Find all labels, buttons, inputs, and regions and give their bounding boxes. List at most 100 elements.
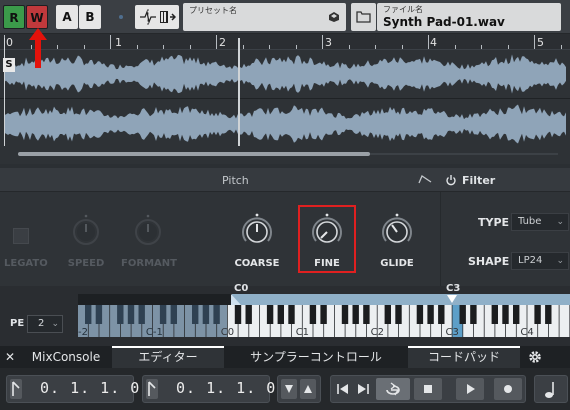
black-key[interactable] [117, 305, 124, 324]
ruler-bar-1: 1 [115, 36, 122, 49]
play-icon[interactable] [456, 378, 484, 400]
ruler-bar-0: 0 [6, 36, 13, 49]
go-to-start-icon[interactable] [334, 378, 352, 400]
go-to-end-icon[interactable] [354, 378, 372, 400]
black-key[interactable] [459, 305, 466, 324]
black-key[interactable] [363, 305, 370, 324]
black-key[interactable] [470, 305, 477, 324]
root-key-marker[interactable] [447, 295, 457, 303]
preset-label: プリセット名 [189, 6, 237, 15]
write-automation-button[interactable]: W [26, 5, 48, 29]
black-key[interactable] [213, 305, 220, 324]
glide-knob-dial[interactable] [372, 212, 422, 248]
timeline-ruler[interactable]: 0 1 2 3 4 5 [0, 34, 570, 50]
black-key[interactable] [95, 305, 103, 324]
coarse-knob[interactable]: COARSE [232, 212, 282, 272]
left-locator-time[interactable]: 0. 1. 1. 0 [40, 379, 140, 397]
note-icon[interactable] [541, 380, 561, 400]
black-key[interactable] [192, 305, 199, 324]
black-key[interactable] [245, 305, 252, 324]
black-key[interactable] [427, 305, 434, 324]
black-key[interactable] [395, 305, 402, 324]
read-automation-button[interactable]: R [3, 5, 25, 29]
black-key[interactable] [170, 305, 177, 324]
midi-tools-group[interactable] [135, 5, 179, 29]
black-key[interactable] [202, 305, 210, 324]
black-key[interactable] [491, 305, 498, 324]
piano-keyboard[interactable]: C-2 C-1 C0 C1 C2 C3 C4 [78, 305, 570, 337]
formant-knob[interactable]: FORMANT [120, 212, 182, 272]
compare-a-button[interactable]: A [56, 5, 78, 29]
curve-icon[interactable] [139, 8, 157, 26]
black-key[interactable] [138, 305, 145, 324]
pitch-envelope-icon[interactable] [418, 173, 432, 185]
playhead[interactable] [238, 38, 240, 146]
filter-type-select[interactable]: Tube ⌄ [511, 213, 569, 231]
tab-mixconsole[interactable]: MixConsole [22, 346, 110, 368]
sample-start-marker[interactable]: S [3, 58, 15, 72]
white-key[interactable] [559, 305, 570, 337]
range-low-handle[interactable] [231, 294, 241, 305]
sample-editor[interactable]: 0 1 2 3 4 5 S [0, 34, 570, 164]
sample-file-field[interactable]: ファイル名 Synth Pad-01.wav [377, 3, 561, 31]
black-key[interactable] [309, 305, 317, 324]
waveform-display[interactable] [0, 50, 570, 150]
ruler-tick [216, 35, 217, 49]
black-key[interactable] [266, 305, 274, 324]
horizontal-scrollbar[interactable] [18, 152, 370, 156]
right-locator-time[interactable]: 0. 1. 1. 0 [176, 379, 276, 397]
speed-knob-dial[interactable] [62, 212, 110, 248]
sample-start-line[interactable] [4, 38, 5, 146]
gear-icon[interactable] [528, 350, 542, 364]
tab-chord-pads[interactable]: コードパッド [408, 346, 520, 368]
nudge-down-icon[interactable] [281, 379, 297, 399]
tab-sampler-control[interactable]: サンプラーコントロール [226, 346, 406, 368]
coarse-knob-dial[interactable] [232, 212, 282, 248]
nudge-up-icon[interactable] [300, 379, 316, 399]
formant-knob-dial[interactable] [120, 212, 182, 248]
black-key[interactable] [159, 305, 167, 324]
black-key[interactable] [416, 305, 424, 324]
black-key[interactable] [277, 305, 284, 324]
filter-power-icon[interactable] [445, 174, 457, 186]
black-key[interactable] [341, 305, 349, 324]
black-key[interactable] [127, 305, 135, 324]
ruler-bar-4: 4 [430, 36, 437, 49]
preset-field[interactable]: プリセット名 [183, 3, 346, 31]
ruler-tick [269, 45, 270, 49]
tab-editor[interactable]: エディター [112, 346, 224, 368]
compare-b-button[interactable]: B [79, 5, 101, 29]
file-name-value: Synth Pad-01.wav [383, 15, 505, 29]
ruler-tick [110, 35, 111, 49]
preset-menu-icon[interactable] [328, 11, 340, 23]
black-key[interactable] [320, 305, 327, 324]
transport-bar: 0. 1. 1. 0 0. 1. 1. 0 [0, 368, 570, 410]
black-key[interactable] [545, 305, 552, 324]
chevron-down-icon: ⌄ [556, 217, 564, 227]
legato-checkbox[interactable] [13, 228, 29, 244]
key-range-active[interactable] [232, 294, 570, 305]
filter-shape-select[interactable]: LP24 ⌄ [511, 252, 569, 270]
black-key[interactable] [352, 305, 359, 324]
glide-knob[interactable]: GLIDE [372, 212, 422, 272]
root-key-label: C3 [446, 283, 461, 294]
cycle-icon[interactable] [376, 378, 410, 400]
pitchbend-range-select[interactable]: 2 ⌄ [27, 315, 63, 333]
black-key[interactable] [85, 305, 92, 324]
left-locator-icon[interactable] [10, 379, 22, 399]
right-locator-icon[interactable] [146, 379, 158, 399]
black-key[interactable] [534, 305, 541, 324]
black-key[interactable] [384, 305, 391, 324]
black-key[interactable] [438, 305, 445, 324]
black-key[interactable] [288, 305, 295, 324]
black-key[interactable] [513, 305, 520, 324]
load-file-button[interactable] [351, 3, 376, 31]
speed-knob[interactable]: SPEED [62, 212, 110, 272]
pitchbend-range-value: 2 [38, 318, 45, 329]
close-icon[interactable]: ✕ [3, 346, 17, 368]
keyboard-arrow-icon[interactable] [158, 8, 176, 26]
black-key[interactable] [234, 305, 242, 324]
black-key[interactable] [502, 305, 509, 324]
record-icon[interactable] [494, 378, 522, 400]
stop-icon[interactable] [414, 378, 442, 400]
